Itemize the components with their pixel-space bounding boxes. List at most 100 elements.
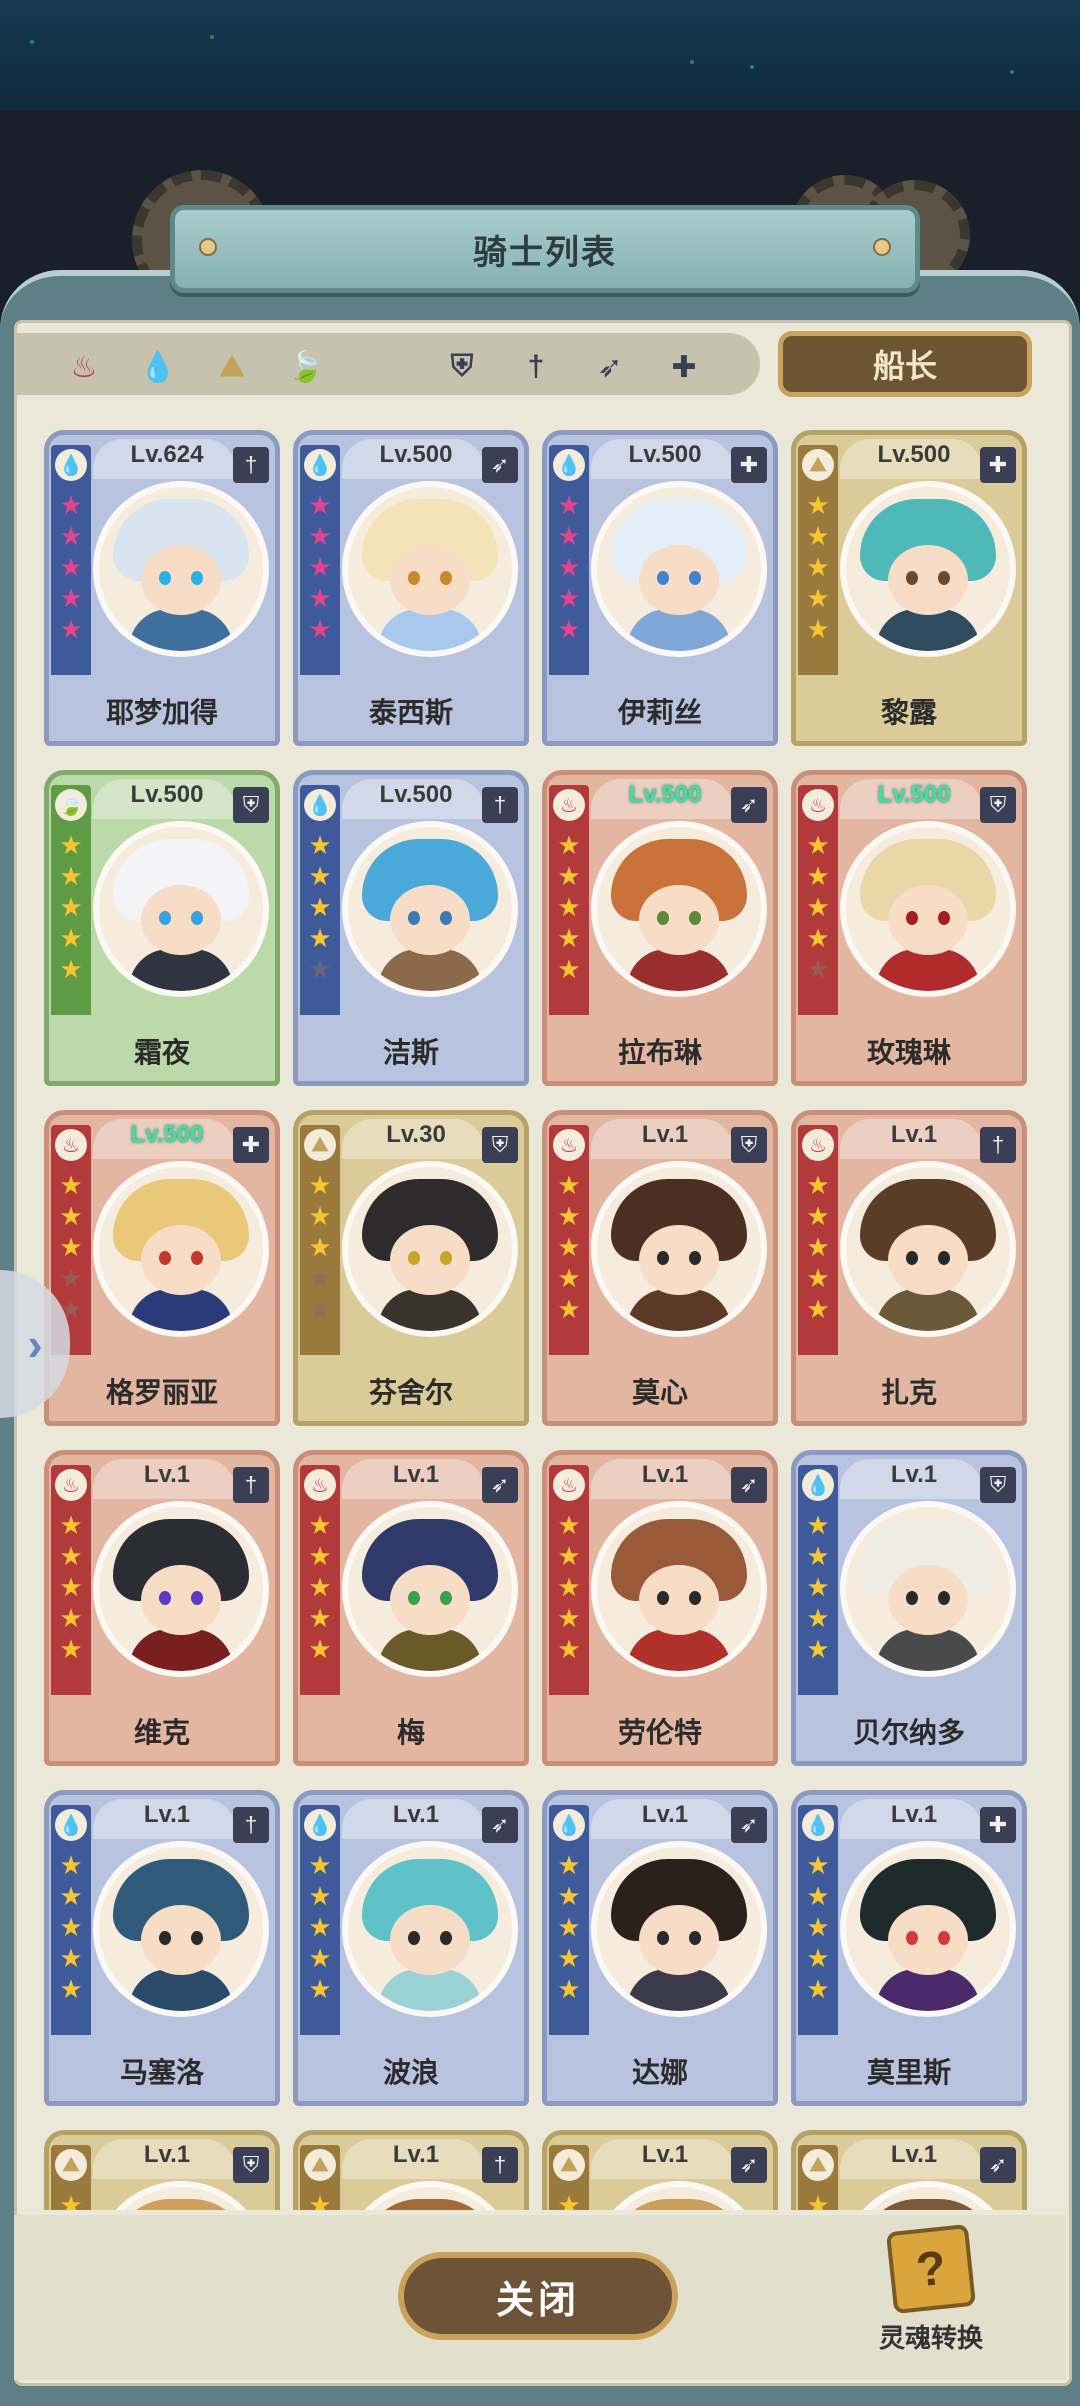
shield-class-icon: ⛨ [233,2147,269,2183]
soul-convert-button[interactable]: ? 灵魂转换 [868,2223,994,2358]
star-icon: ★ [806,1974,830,2004]
portrait-eye [657,911,669,925]
knight-card[interactable]: ♨ ★ ★ ★ ★ ★ Lv.1 ➶ 梅 [293,1450,529,1766]
captain-button[interactable]: 船长 [778,331,1032,397]
star-icon: ★ [557,1974,581,2004]
knight-card[interactable]: 💧 ★ ★ ★ ★ ★ Lv.500 ✚ 伊莉丝 [542,430,778,746]
knight-card[interactable]: 💧 ★ ★ ★ ★ ★ Lv.1 ➶ 达娜 [542,1790,778,2106]
star-rating: ★ ★ ★ ★ ★ [553,1851,585,2003]
filter-earth-icon[interactable]: ⛰ [206,341,258,393]
knight-portrait [93,481,269,657]
knight-card[interactable]: 💧 ★ ★ ★ ★ ★ Lv.1 ⛨ 贝尔纳多 [791,1450,1027,1766]
knight-name: 黎露 [880,697,937,728]
knight-card[interactable]: ♨ ★ ★ ★ ★ ★ Lv.1 † 维克 [44,1450,280,1766]
portrait-face [888,1565,968,1635]
portrait-eye [408,1251,420,1265]
portrait-face [141,1905,221,1975]
portrait-eye [906,911,918,925]
knight-card[interactable]: 💧 ★ ★ ★ ★ ★ Lv.1 † 马塞洛 [44,1790,280,2106]
portrait-body [129,1289,233,1331]
star-icon: ★ [59,1201,83,1231]
star-icon: ★ [557,1541,581,1571]
filter-sword-icon[interactable]: † [510,341,562,393]
star-icon: ★ [308,954,332,984]
portrait-body [876,1289,980,1331]
close-button[interactable]: 关闭 [398,2252,678,2340]
portrait-eye [440,1931,452,1945]
star-icon: ★ [806,892,830,922]
portrait-eye [906,1591,918,1605]
knight-card[interactable]: ♨ ★ ★ ★ ★ ★ Lv.1 ⛨ 莫心 [542,1110,778,1426]
knight-card[interactable]: ♨ ★ ★ ★ ★ ★ Lv.500 ✚ 格罗丽亚 [44,1110,280,1426]
portrait-body [129,1629,233,1671]
star-icon: ★ [59,2190,83,2210]
knight-card[interactable]: ♨ ★ ★ ★ ★ ★ Lv.500 ➶ 拉布琳 [542,770,778,1086]
star-icon: ★ [806,954,830,984]
star-icon: ★ [308,1263,332,1293]
knight-portrait [342,1501,518,1677]
portrait-body [627,609,731,651]
star-rating: ★ ★ ★ ★ ★ [553,831,585,983]
star-icon: ★ [557,923,581,953]
knight-name: 扎克 [880,1377,937,1408]
knight-card[interactable]: ♨ ★ ★ ★ ★ ★ Lv.1 † 扎克 [791,1110,1027,1426]
portrait-hair [860,2199,996,2210]
knight-card[interactable]: 💧 ★ ★ ★ ★ ★ Lv.624 † 耶梦加得 [44,430,280,746]
knight-card[interactable]: ⛰ ★ ★ ★ ★ ★ Lv.500 ✚ 黎露 [791,430,1027,746]
portrait-face [639,885,719,955]
knight-card[interactable]: ⛰ ★ ★ ★ ★ ★ Lv.30 ⛨ 芬舍尔 [293,1110,529,1426]
star-dot [210,35,214,39]
knight-card[interactable]: 🍃 ★ ★ ★ ★ ★ Lv.500 ⛨ 霜夜 [44,770,280,1086]
knight-grid[interactable]: 💧 ★ ★ ★ ★ ★ Lv.624 † 耶梦加得 💧 ★ ★ ★ ★ ★ Lv.500 ➶ 泰西斯 💧 ★ ★ ★ ★ ★ L… [44,430,1034,2210]
star-rating: ★ ★ ★ ★ ★ [304,1171,336,1323]
filter-water-icon[interactable]: 💧 [132,341,184,393]
star-icon: ★ [59,1541,83,1571]
knight-name: 梅 [396,1717,425,1748]
portrait-face [888,1905,968,1975]
knight-card[interactable]: ♨ ★ ★ ★ ★ ★ Lv.1 ➶ 劳伦特 [542,1450,778,1766]
portrait-hair [113,2199,249,2210]
knight-card[interactable]: 💧 ★ ★ ★ ★ ★ Lv.500 ➶ 泰西斯 [293,430,529,746]
knight-portrait [840,1841,1016,2017]
knight-portrait [840,481,1016,657]
star-icon: ★ [806,1603,830,1633]
knight-card[interactable]: ⛰★★Lv.1⛨ [44,2130,280,2210]
star-icon: ★ [308,830,332,860]
portrait-hair [362,2199,498,2210]
filter-fire-icon[interactable]: ♨ [58,341,110,393]
knight-card[interactable]: ♨ ★ ★ ★ ★ ★ Lv.500 ⛨ 玫瑰琳 [791,770,1027,1086]
portrait-face [141,1225,221,1295]
knight-portrait [840,821,1016,997]
knight-name: 达娜 [631,2057,688,2088]
portrait-face [639,1225,719,1295]
portrait-face [390,885,470,955]
filter-wind-icon[interactable]: 🍃 [280,341,332,393]
portrait-body [378,949,482,991]
filter-cross-icon[interactable]: ✚ [658,341,710,393]
portrait-body [876,609,980,651]
star-icon: ★ [308,1881,332,1911]
star-icon: ★ [59,490,83,520]
star-rating: ★ ★ ★ ★ ★ [55,1511,87,1663]
knight-card[interactable]: 💧 ★ ★ ★ ★ ★ Lv.1 ✚ 莫里斯 [791,1790,1027,2106]
portrait-body [129,609,233,651]
knight-card[interactable]: ⛰★★Lv.1➶ [791,2130,1027,2210]
knight-card[interactable]: ⛰★★Lv.1➶ [542,2130,778,2210]
bow-class-icon: ➶ [731,1467,767,1503]
knight-name: 贝尔纳多 [852,1717,965,1748]
knight-name: 马塞洛 [119,2057,204,2088]
star-icon: ★ [557,1510,581,1540]
portrait-face [639,1565,719,1635]
star-rating: ★ ★ ★ ★ ★ [802,491,834,643]
filter-shield-icon[interactable]: ⛨ [436,341,488,393]
portrait-eye [938,1931,950,1945]
star-icon: ★ [59,1170,83,1200]
filter-bow-icon[interactable]: ➶ [584,341,636,393]
knight-card[interactable]: 💧 ★ ★ ★ ★ ★ Lv.500 † 洁斯 [293,770,529,1086]
portrait-eye [191,1931,203,1945]
cross-class-icon: ✚ [731,447,767,483]
portrait-eye [938,1251,950,1265]
star-icon: ★ [806,1263,830,1293]
knight-card[interactable]: 💧 ★ ★ ★ ★ ★ Lv.1 ➶ 波浪 [293,1790,529,2106]
knight-card[interactable]: ⛰★★Lv.1† [293,2130,529,2210]
